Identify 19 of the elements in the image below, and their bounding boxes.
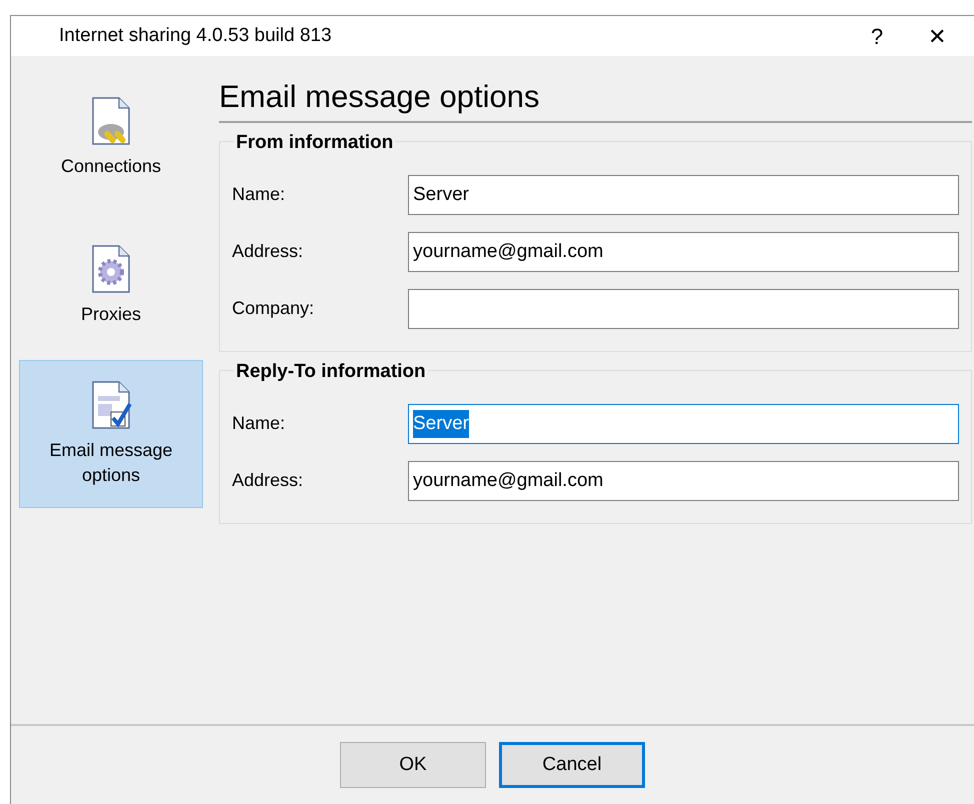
cancel-button[interactable]: Cancel [499,742,645,788]
close-button[interactable]: ✕ [914,18,960,54]
field-label: Name: [232,412,286,436]
sidebar-item[interactable]: Proxies [19,212,203,360]
field-label: Address: [232,469,304,492]
page-title: Email message options [219,78,972,123]
input-field[interactable]: Server [408,174,959,215]
ok-button[interactable]: OK [340,742,486,788]
sidebar-item[interactable]: Connections [19,64,203,212]
field-label: Company: [232,297,316,320]
field-label: Address: [232,240,304,264]
input-field[interactable]: Server [408,404,959,444]
input-field[interactable]: yourname@gmail.com [408,460,959,501]
input-field[interactable] [408,288,959,329]
window-title: Internet sharing 4.0.53 build 813 [59,24,333,48]
input-field[interactable]: yourname@gmail.com [408,232,959,272]
sidebar-item[interactable]: Email message options [19,360,203,508]
help-button[interactable]: ? [854,18,900,54]
field-label: Name: [232,183,286,206]
